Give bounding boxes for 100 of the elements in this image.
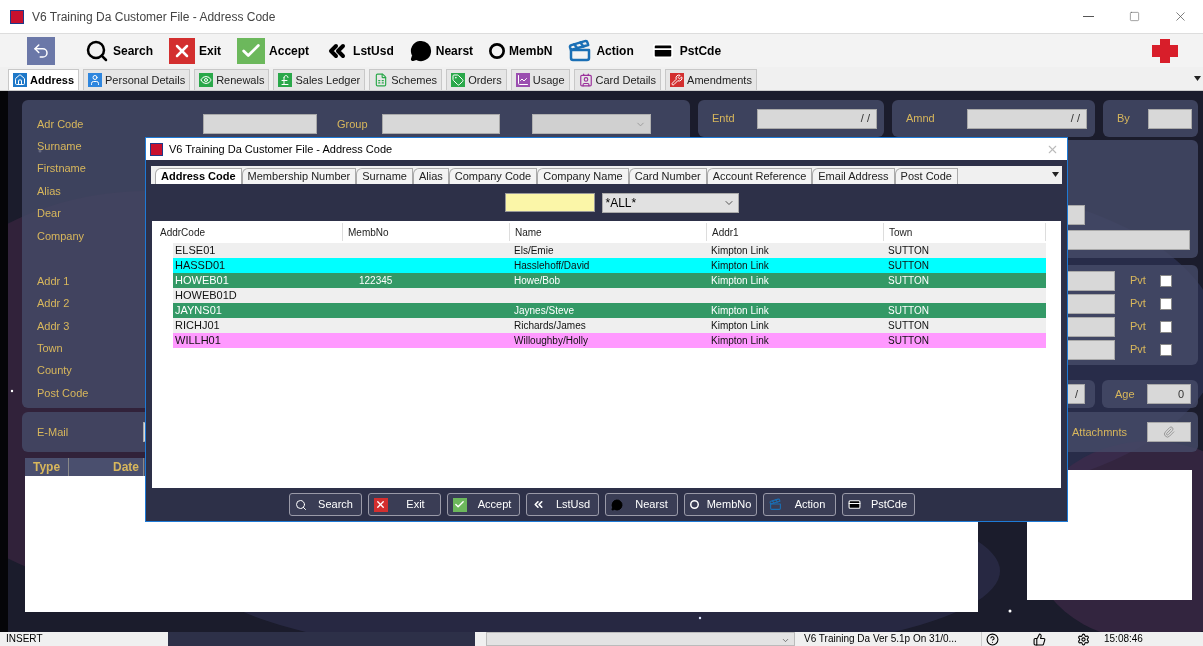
logo-icon: [1152, 38, 1178, 63]
toolbar-button[interactable]: Exit: [169, 35, 222, 66]
card-icon: [847, 498, 861, 511]
toolbar-button[interactable]: Accept: [237, 35, 310, 66]
toolbar-button[interactable]: PstCde: [649, 35, 722, 66]
checkbox[interactable]: [1160, 320, 1172, 333]
tab[interactable]: Membership Number: [241, 168, 357, 184]
table-row[interactable]: HOWEB01D: [173, 288, 1046, 303]
table-cell-text: Kimpton Link: [711, 274, 769, 288]
field-label: Addr 2: [37, 296, 70, 312]
table-cell-text: SUTTON: [888, 319, 929, 333]
column-header[interactable]: Addr1: [707, 223, 884, 241]
search-field[interactable]: [504, 193, 595, 212]
undo-arrow-icon: [32, 41, 50, 60]
column-header[interactable]: AddrCode: [152, 223, 343, 241]
tab[interactable]: Sales Ledger: [273, 69, 366, 90]
minimize-icon: [1082, 16, 1094, 17]
table-row[interactable]: RICHJ01 Richards/James Kimpton Link SUTTON: [173, 318, 1046, 333]
input-field[interactable]: 0: [1147, 384, 1191, 404]
table-row[interactable]: HOWEB01 122345 Howe/Bob Kimpton Link SUTTON: [173, 273, 1046, 288]
input-field[interactable]: [1148, 108, 1192, 129]
double-chevron-icon: [531, 498, 545, 511]
input-field[interactable]: / /: [967, 108, 1087, 129]
speech-bubble-icon: [409, 39, 432, 62]
tab[interactable]: Alias: [412, 168, 449, 184]
field-label: Addr 1: [37, 273, 70, 289]
tab[interactable]: Post Code: [894, 168, 958, 184]
input-field[interactable]: / /: [757, 108, 877, 129]
chart-icon: [515, 73, 530, 87]
field-label: Amnd: [906, 111, 936, 127]
table-row[interactable]: HASSD01 Hasslehoff/David Kimpton Link SUTTON: [173, 258, 1046, 273]
tab[interactable]: Schemes: [369, 69, 443, 90]
pound-icon: [278, 73, 293, 87]
checkbox[interactable]: [1160, 343, 1172, 356]
tab[interactable]: Personal Details: [83, 69, 191, 90]
tab[interactable]: Email Address: [812, 168, 895, 184]
table-cell-text: SUTTON: [888, 259, 929, 273]
dropdown-arrow-icon[interactable]: [1052, 172, 1059, 177]
field-label: Surname: [37, 138, 82, 154]
table-cell-text: HOWEB01D: [175, 288, 237, 304]
toolbar-button[interactable]: Search: [85, 35, 154, 66]
field-label: Company: [37, 228, 85, 244]
back-button[interactable]: [27, 36, 55, 65]
checkbox[interactable]: [1160, 297, 1172, 310]
table-cell-text: RICHJ01: [175, 318, 220, 334]
column-header[interactable]: MembNo: [343, 223, 510, 241]
dialog-button[interactable]: Nearst: [604, 493, 678, 516]
table-row[interactable]: JAYNS01 Jaynes/Steve Kimpton Link SUTTON: [173, 303, 1046, 318]
dialog-button[interactable]: Exit: [367, 493, 441, 516]
thumbs-up-icon[interactable]: [1033, 632, 1046, 646]
filter-dropdown[interactable]: *ALL*: [601, 192, 739, 213]
tab[interactable]: Account Reference: [706, 168, 813, 184]
column-header[interactable]: Town: [884, 223, 1046, 241]
dialog-button[interactable]: Action: [762, 493, 836, 516]
table-cell-text: Kimpton Link: [711, 319, 769, 333]
tab[interactable]: Address: [8, 69, 80, 90]
field-label: Post Code: [37, 385, 89, 401]
tab[interactable]: Usage: [510, 69, 570, 90]
tab[interactable]: Company Code: [448, 168, 538, 184]
table-row[interactable]: ELSE01 Els/Emie Kimpton Link SUTTON: [173, 243, 1046, 258]
toolbar-button[interactable]: Action: [568, 35, 634, 66]
dialog-button[interactable]: Search: [288, 493, 362, 516]
table-cell-text: ELSE01: [175, 243, 216, 259]
tab[interactable]: Orders: [446, 69, 507, 90]
field-label: Pvt: [1130, 319, 1147, 335]
tab[interactable]: Card Number: [628, 168, 707, 184]
column-header[interactable]: Name: [510, 223, 707, 241]
table-cell-text: HASSD01: [175, 258, 226, 274]
toolbar-button[interactable]: Nearst: [409, 35, 474, 66]
dialog-button[interactable]: LstUsd: [525, 493, 599, 516]
toolbar-button[interactable]: MembN: [489, 35, 553, 66]
chevron-down-icon: [781, 636, 790, 645]
check-icon: [237, 37, 266, 64]
settings-icon[interactable]: [1077, 632, 1090, 646]
field-label: Alias: [37, 183, 61, 199]
checkbox[interactable]: [1160, 274, 1172, 287]
dialog-button[interactable]: Accept: [446, 493, 520, 516]
table-row[interactable]: WILLH01 Willoughby/Holly Kimpton Link SUTTON: [173, 333, 1046, 348]
tab[interactable]: Amendments: [665, 69, 757, 90]
dialog-button[interactable]: MembNo: [683, 493, 757, 516]
dialog-button[interactable]: PstCde: [841, 493, 915, 516]
tab[interactable]: Company Name: [537, 168, 629, 184]
table-cell-text: SUTTON: [888, 334, 929, 348]
dropdown-arrow-icon[interactable]: [1194, 76, 1201, 81]
table-cell-text: 122345: [359, 274, 393, 288]
close-icon: [373, 497, 388, 512]
paperclip-icon: [1163, 426, 1175, 438]
speech-bubble-icon: [610, 498, 623, 511]
toolbar-button[interactable]: LstUsd: [325, 35, 394, 66]
clapperboard-icon: [568, 38, 593, 63]
help-icon[interactable]: [986, 632, 999, 646]
tab[interactable]: Address Code: [155, 168, 242, 184]
eye-icon: [199, 73, 214, 87]
table-cell-text: Kimpton Link: [711, 244, 769, 258]
input-field[interactable]: [203, 114, 317, 134]
tab[interactable]: Surname: [356, 168, 413, 184]
field-label: Pvt: [1130, 273, 1147, 289]
input-field[interactable]: [382, 114, 500, 134]
tab[interactable]: Renewals: [194, 69, 270, 90]
tab[interactable]: Card Details: [573, 69, 662, 90]
